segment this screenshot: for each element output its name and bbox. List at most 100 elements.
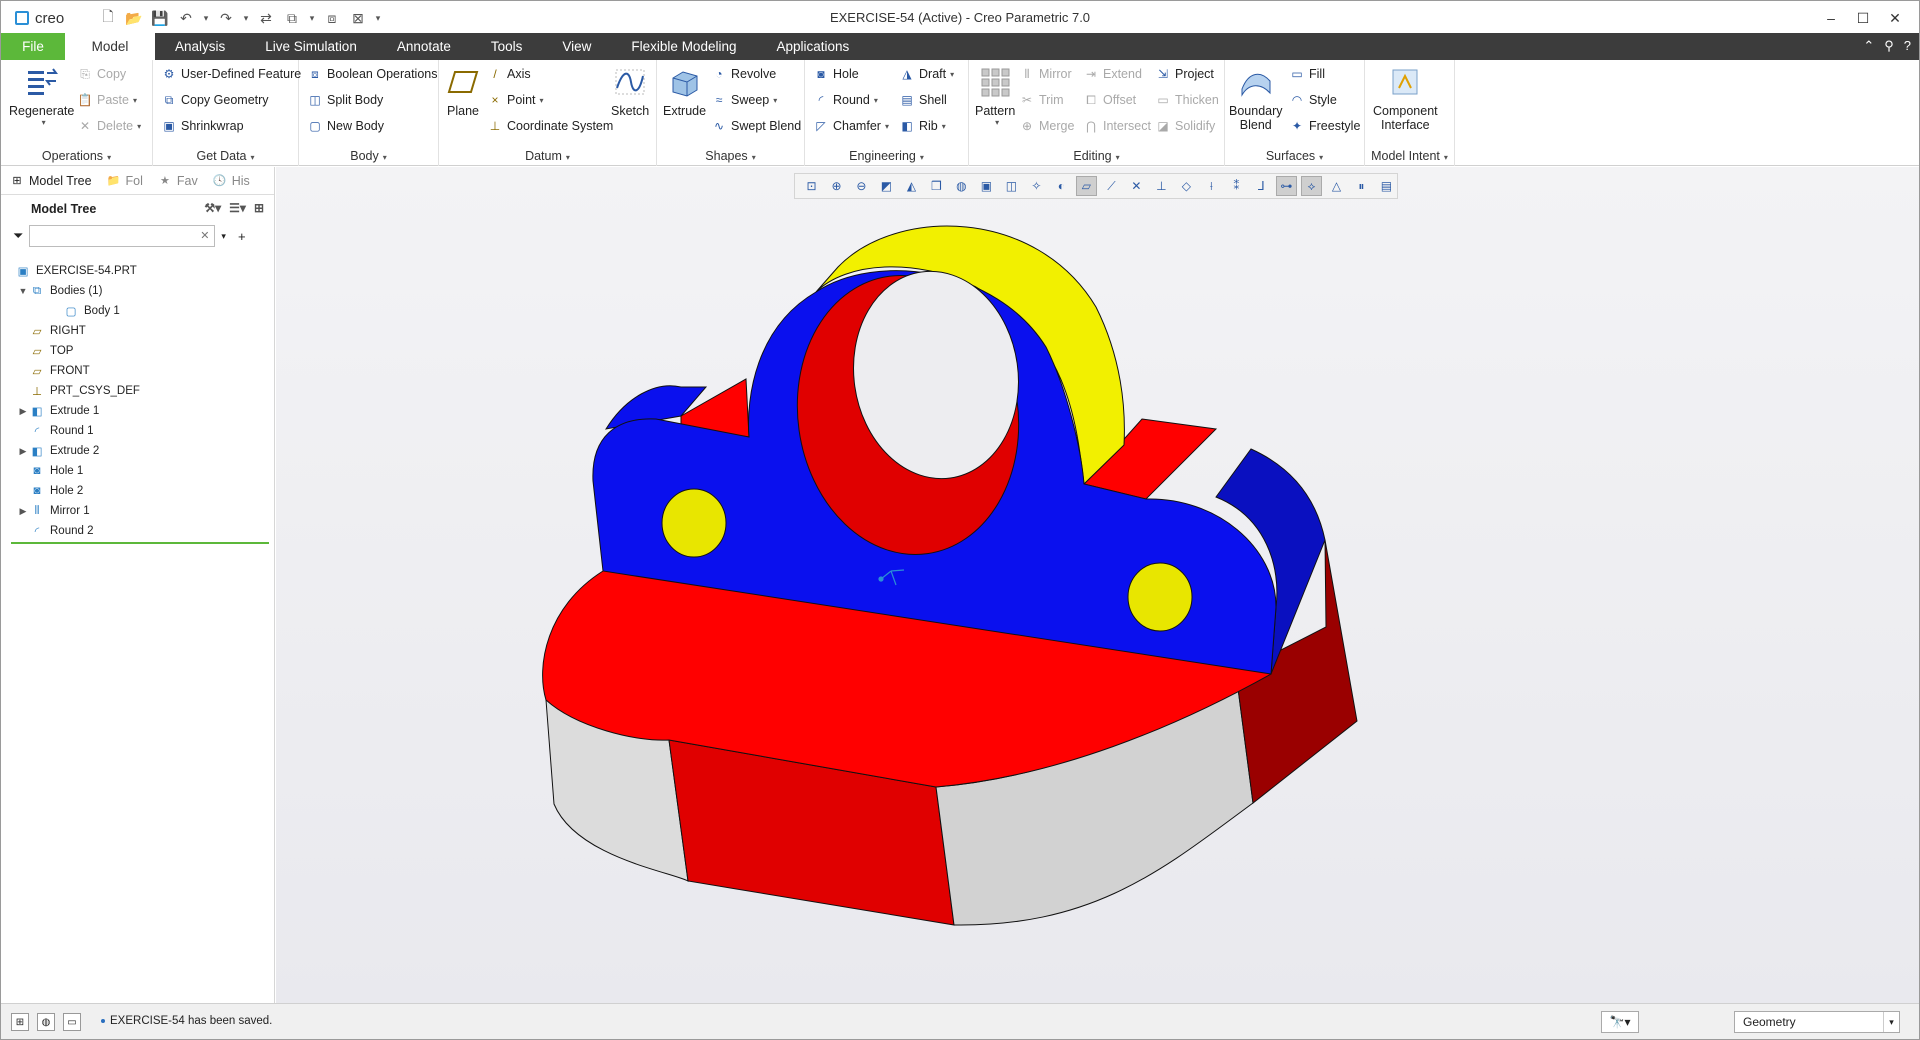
sketch-button[interactable]: Sketch — [611, 64, 649, 118]
tree-node[interactable]: ⊥ PRT_CSYS_DEF — [1, 381, 274, 401]
new-file-icon[interactable]: 🗋 — [97, 7, 119, 29]
tree-node[interactable]: ◙ Hole 1 — [1, 461, 274, 481]
selection-filter-select[interactable]: Geometry ▾ — [1734, 1011, 1900, 1033]
hole-button[interactable]: ◙ Hole — [813, 66, 858, 82]
tree-node[interactable]: ◙ Hole 2 — [1, 481, 274, 501]
tab-analysis[interactable]: Analysis — [155, 33, 245, 60]
axis-button[interactable]: / Axis — [487, 66, 530, 82]
new-body-button[interactable]: ▢ New Body — [307, 118, 384, 134]
tree-node[interactable]: ▶ ◧ Extrude 1 — [1, 401, 274, 421]
tab-live-simulation[interactable]: Live Simulation — [245, 33, 377, 60]
tab-view[interactable]: View — [542, 33, 611, 60]
freestyle-button[interactable]: ✦ Freestyle — [1289, 118, 1360, 134]
copy-geometry-button[interactable]: ⧉ Copy Geometry — [161, 92, 269, 108]
point-dropdown-icon[interactable]: ▾ — [540, 96, 544, 105]
switch-window-icon[interactable]: ⧈ — [321, 7, 343, 29]
tree-node[interactable]: ▱ FRONT — [1, 361, 274, 381]
style-button[interactable]: ◠ Style — [1289, 92, 1337, 108]
copy-button[interactable]: ⎘ Copy — [77, 66, 126, 82]
delete-button[interactable]: ✕ Delete ▾ — [77, 118, 141, 134]
sweep-dropdown-icon[interactable]: ▾ — [773, 96, 777, 105]
paste-button[interactable]: 📋 Paste ▾ — [77, 92, 137, 108]
tab-history[interactable]: 🕓 His — [212, 174, 250, 188]
open-folder-icon[interactable]: 📂 — [123, 7, 145, 29]
user-defined-feature-button[interactable]: ⚙ User-Defined Feature — [161, 66, 302, 82]
find-button[interactable]: 🔭▾ — [1601, 1011, 1639, 1033]
operations-group-label[interactable]: Operations ▾ — [1, 149, 152, 163]
add-icon[interactable]: + — [238, 229, 246, 244]
boundary-blend-button[interactable]: Boundary Blend — [1229, 64, 1283, 132]
tree-node[interactable]: ▶ ⫴ Mirror 1 — [1, 501, 274, 521]
point-button[interactable]: × Point ▾ — [487, 92, 544, 108]
extrude-button[interactable]: Extrude — [663, 64, 706, 118]
show-navigator-icon[interactable]: ⊞ — [11, 1013, 29, 1031]
round-button[interactable]: ◜ Round ▾ — [813, 92, 878, 108]
round-dropdown-icon[interactable]: ▾ — [874, 96, 878, 105]
customize-qat-icon[interactable]: ▾ — [373, 13, 383, 24]
minimize-icon[interactable]: – — [1815, 7, 1847, 29]
delete-dropdown-icon[interactable]: ▾ — [137, 122, 141, 131]
tree-search-input[interactable]: ✕ — [29, 225, 216, 247]
revolve-button[interactable]: ◔ Revolve — [711, 66, 776, 82]
thicken-button[interactable]: ▭ Thicken — [1155, 92, 1218, 108]
tree-settings-icon[interactable]: ⚒▾ — [204, 201, 221, 215]
shapes-group-label[interactable]: Shapes ▾ — [657, 149, 804, 163]
tree-expander-icon[interactable]: ▶ — [17, 406, 29, 417]
filter-icon[interactable]: ⏷ — [13, 228, 23, 244]
extend-button[interactable]: ⇥ Extend — [1083, 66, 1142, 82]
tree-node[interactable]: ▢ Body 1 — [1, 301, 274, 321]
close-icon[interactable]: ✕ — [1879, 7, 1911, 29]
undo-icon[interactable]: ↶ — [175, 7, 197, 29]
chamfer-button[interactable]: ◸ Chamfer ▾ — [813, 118, 889, 134]
trim-button[interactable]: ✂ Trim — [1019, 92, 1064, 108]
save-icon[interactable]: 💾 — [149, 7, 171, 29]
tree-node[interactable]: ▶ ◧ Extrude 2 — [1, 441, 274, 461]
split-body-button[interactable]: ◫ Split Body — [307, 92, 383, 108]
close-window-icon[interactable]: ⊠ — [347, 7, 369, 29]
draft-dropdown-icon[interactable]: ▾ — [950, 70, 954, 79]
swept-blend-button[interactable]: ∿ Swept Blend — [711, 118, 801, 134]
tab-tools[interactable]: Tools — [471, 33, 543, 60]
maximize-icon[interactable]: ☐ — [1847, 7, 1879, 29]
redo-icon[interactable]: ↷ — [215, 7, 237, 29]
pattern-button[interactable]: Pattern ▾ — [975, 64, 1015, 127]
search-dropdown-icon[interactable]: ▾ — [221, 231, 226, 242]
fill-button[interactable]: ▭ Fill — [1289, 66, 1325, 82]
tree-show-icon[interactable]: ☰▾ — [229, 201, 246, 215]
body-group-label[interactable]: Body ▾ — [299, 149, 438, 163]
boolean-operations-button[interactable]: ⧈ Boolean Operations — [307, 66, 437, 82]
regenerate-dropdown-icon[interactable]: ▾ — [42, 118, 46, 127]
regenerate-icon[interactable]: ⇄ — [255, 7, 277, 29]
tab-annotate[interactable]: Annotate — [377, 33, 471, 60]
chamfer-dropdown-icon[interactable]: ▾ — [885, 122, 889, 131]
tree-node[interactable]: ▣ EXERCISE-54.PRT — [1, 261, 274, 281]
tree-expander-icon[interactable]: ▶ — [17, 506, 29, 517]
tab-model[interactable]: Model — [65, 33, 155, 60]
mirror-button[interactable]: ⫴ Mirror — [1019, 66, 1071, 82]
tab-flexible-modeling[interactable]: Flexible Modeling — [611, 33, 756, 60]
model-intent-group-label[interactable]: Model Intent ▾ — [1365, 149, 1454, 163]
tab-applications[interactable]: Applications — [756, 33, 869, 60]
collapse-ribbon-icon[interactable]: ⌃ — [1863, 38, 1874, 54]
show-browser-icon[interactable]: ◍ — [37, 1013, 55, 1031]
tab-favorites[interactable]: ★ Fav — [157, 174, 198, 188]
tree-node[interactable]: ◜ Round 2 — [1, 521, 274, 541]
tree-columns-icon[interactable]: ⊞ — [254, 201, 264, 215]
project-button[interactable]: ⇲ Project — [1155, 66, 1214, 82]
coordinate-system-button[interactable]: ⊥ Coordinate System — [487, 118, 614, 134]
tree-node[interactable]: ▱ TOP — [1, 341, 274, 361]
offset-button[interactable]: ⧠ Offset — [1083, 92, 1136, 108]
datum-group-label[interactable]: Datum ▾ — [439, 149, 656, 163]
draft-button[interactable]: ◮ Draft ▾ — [899, 66, 954, 82]
intersect-button[interactable]: ⋂ Intersect — [1083, 118, 1151, 134]
plane-button[interactable]: Plane — [445, 64, 481, 118]
clear-search-icon[interactable]: ✕ — [200, 229, 209, 242]
surfaces-group-label[interactable]: Surfaces ▾ — [1225, 149, 1364, 163]
undo-dropdown-icon[interactable]: ▾ — [201, 13, 211, 24]
editing-group-label[interactable]: Editing ▾ — [969, 149, 1224, 163]
graphics-window[interactable]: ⊡ ⊕ ⊖ ◩ ◭ ❒ ◍ ▣ ◫ ✧ ◐ ▱ ⟋ ✕ ⊥ ◇ ⟊ ⁑ ⅃ ⊶ … — [276, 167, 1919, 1003]
shell-button[interactable]: ▤ Shell — [899, 92, 946, 108]
insert-indicator[interactable] — [11, 542, 269, 544]
tree-expander-icon[interactable]: ▼ — [17, 286, 29, 296]
paste-dropdown-icon[interactable]: ▾ — [133, 96, 137, 105]
